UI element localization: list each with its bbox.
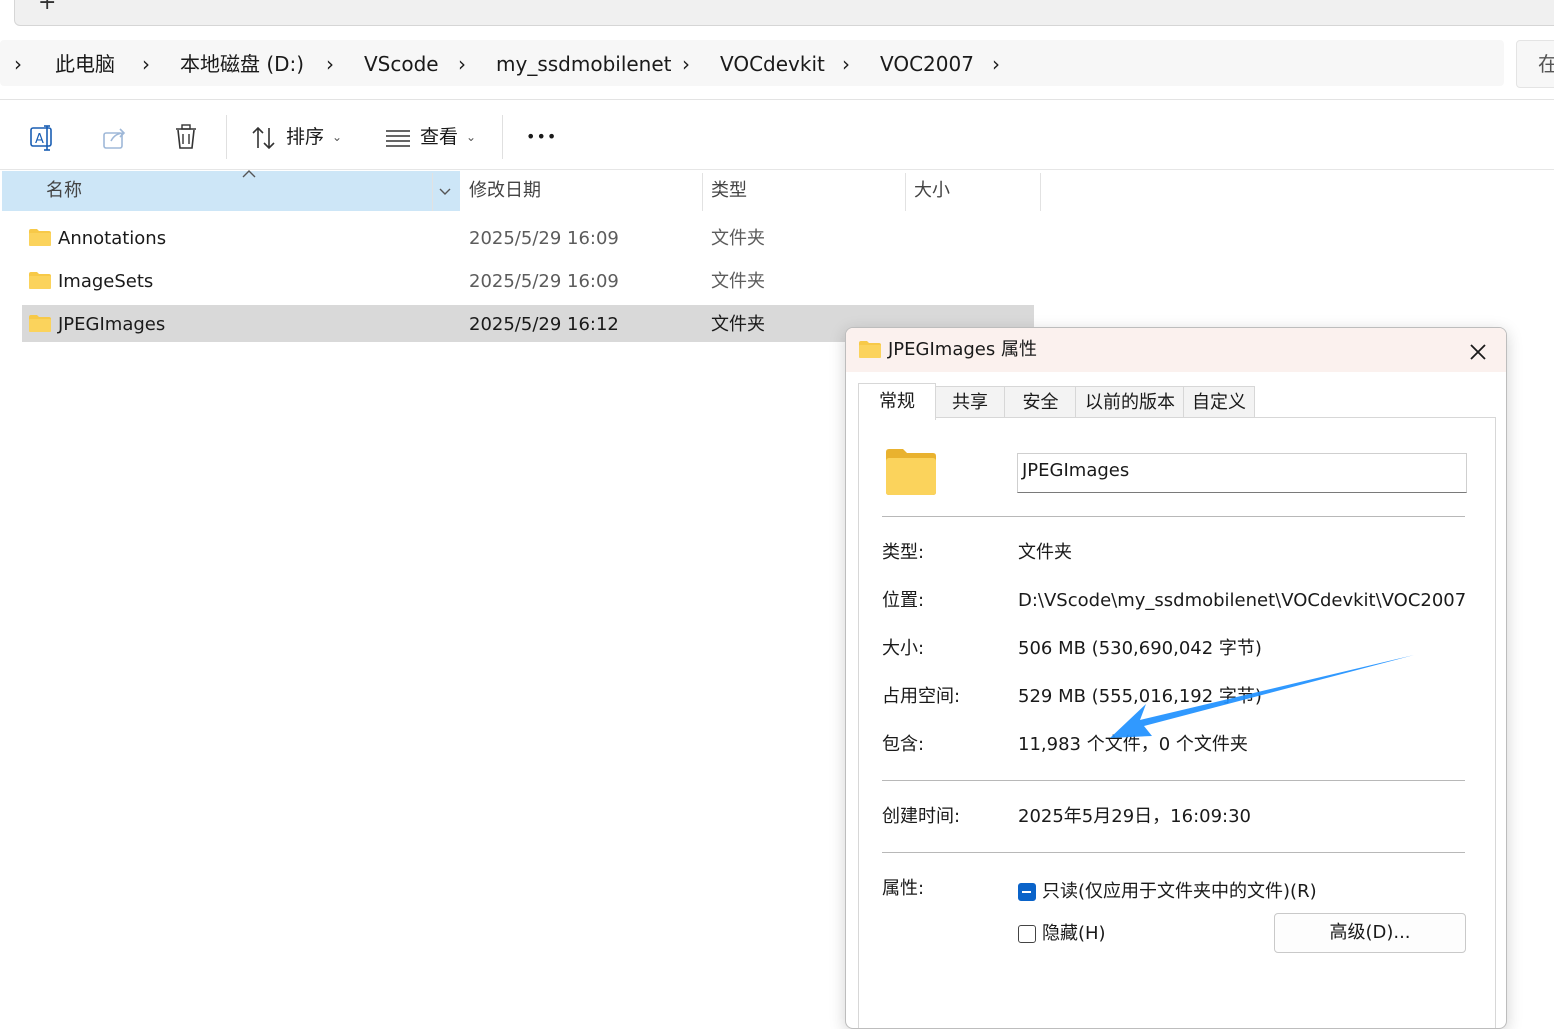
breadcrumb-vocdevkit[interactable]: VOCdevkit — [720, 50, 825, 78]
file-type: 文件夹 — [711, 271, 765, 292]
tab-general[interactable]: 常规 — [858, 383, 936, 420]
chevron-down-icon[interactable]: ⌄ — [332, 124, 342, 150]
hidden-label[interactable]: 隐藏(H) — [1042, 922, 1106, 946]
folder-icon — [29, 229, 51, 250]
readonly-label[interactable]: 只读(仅应用于文件夹中的文件)(R) — [1042, 880, 1317, 904]
file-modified: 2025/5/29 16:09 — [469, 228, 619, 249]
chevron-right-icon[interactable]: › — [142, 50, 150, 78]
readonly-checkbox[interactable] — [1018, 883, 1036, 901]
annotation-arrow-icon — [1100, 650, 1420, 750]
file-name[interactable]: Annotations — [58, 228, 166, 250]
toolbar-divider — [226, 115, 227, 159]
divider — [882, 780, 1465, 781]
column-divider[interactable] — [905, 173, 906, 211]
file-type: 文件夹 — [711, 228, 765, 249]
dialog-title: JPEGImages 属性 — [888, 339, 1037, 360]
divider — [882, 852, 1465, 853]
breadcrumb-voc2007[interactable]: VOC2007 — [880, 50, 974, 78]
advanced-button[interactable]: 高级(D)... — [1274, 913, 1466, 953]
chevron-right-icon[interactable]: › — [14, 50, 22, 78]
sort-ascending-icon — [240, 166, 258, 180]
breadcrumb-this-pc[interactable]: 此电脑 — [55, 50, 115, 78]
type-value: 文件夹 — [1018, 542, 1072, 563]
column-header-type[interactable]: 类型 — [711, 171, 747, 211]
location-label: 位置: — [882, 590, 925, 611]
folder-name-field[interactable]: JPEGImages — [1017, 453, 1467, 493]
chevron-right-icon[interactable]: › — [458, 50, 466, 78]
file-modified: 2025/5/29 16:09 — [469, 271, 619, 292]
chevron-right-icon[interactable]: › — [842, 50, 850, 78]
file-type: 文件夹 — [711, 314, 765, 335]
column-divider[interactable] — [432, 173, 433, 211]
chevron-right-icon[interactable]: › — [682, 50, 690, 78]
view-icon[interactable] — [384, 124, 412, 152]
divider — [0, 169, 1554, 170]
type-label: 类型: — [882, 542, 925, 563]
tab-security[interactable]: 安全 — [1004, 386, 1077, 418]
column-header-size[interactable]: 大小 — [914, 171, 950, 211]
size-on-disk-label: 占用空间: — [882, 686, 961, 707]
created-label: 创建时间: — [882, 806, 961, 827]
size-label: 大小: — [882, 638, 925, 659]
chevron-right-icon[interactable]: › — [992, 50, 1000, 78]
command-bar — [0, 100, 1554, 170]
column-divider[interactable] — [702, 173, 703, 211]
attributes-label: 属性: — [882, 878, 925, 899]
chevron-right-icon[interactable]: › — [326, 50, 334, 78]
column-divider[interactable] — [1040, 173, 1041, 211]
view-button[interactable]: 查看 — [420, 124, 458, 150]
sort-icon[interactable] — [250, 124, 278, 152]
toolbar-divider — [502, 115, 503, 159]
tab-sharing[interactable]: 共享 — [934, 386, 1006, 418]
file-modified: 2025/5/29 16:12 — [469, 314, 619, 335]
column-header-modified[interactable]: 修改日期 — [469, 171, 541, 211]
folder-icon — [29, 272, 51, 293]
file-name[interactable]: JPEGImages — [58, 314, 165, 336]
folder-icon — [29, 315, 51, 336]
file-name[interactable]: ImageSets — [58, 271, 153, 293]
created-value: 2025年5月29日，16:09:30 — [1018, 806, 1252, 827]
breadcrumb-drive-d[interactable]: 本地磁盘 (D:) — [180, 50, 304, 78]
folder-icon — [859, 341, 881, 362]
contains-label: 包含: — [882, 734, 925, 755]
breadcrumb-my-ssdmobilenet[interactable]: my_ssdmobilenet — [496, 50, 672, 78]
tab-customize[interactable]: 自定义 — [1183, 386, 1255, 418]
new-tab-button[interactable]: + — [38, 0, 56, 15]
rename-icon[interactable]: A — [28, 124, 56, 152]
sort-button[interactable]: 排序 — [286, 124, 324, 150]
column-header-name[interactable]: 名称 — [46, 171, 82, 211]
tab-previous-versions[interactable]: 以前的版本 — [1075, 386, 1185, 418]
delete-icon[interactable] — [172, 123, 200, 151]
tab-bar-area — [14, 0, 1554, 26]
hidden-checkbox[interactable] — [1018, 925, 1036, 943]
share-icon[interactable] — [101, 124, 129, 152]
folder-icon — [885, 448, 937, 500]
close-icon[interactable] — [1466, 336, 1490, 370]
chevron-down-icon[interactable]: ⌄ — [466, 124, 476, 150]
svg-text:A: A — [35, 132, 44, 147]
location-value: D:\VScode\my_ssdmobilenet\VOCdevkit\VOC2… — [1018, 590, 1467, 611]
chevron-down-icon[interactable] — [437, 184, 453, 198]
divider — [882, 516, 1465, 517]
breadcrumb-vscode[interactable]: VScode — [364, 50, 439, 78]
more-options-button[interactable]: ••• — [526, 124, 557, 150]
search-placeholder: 在 — [1538, 52, 1554, 76]
